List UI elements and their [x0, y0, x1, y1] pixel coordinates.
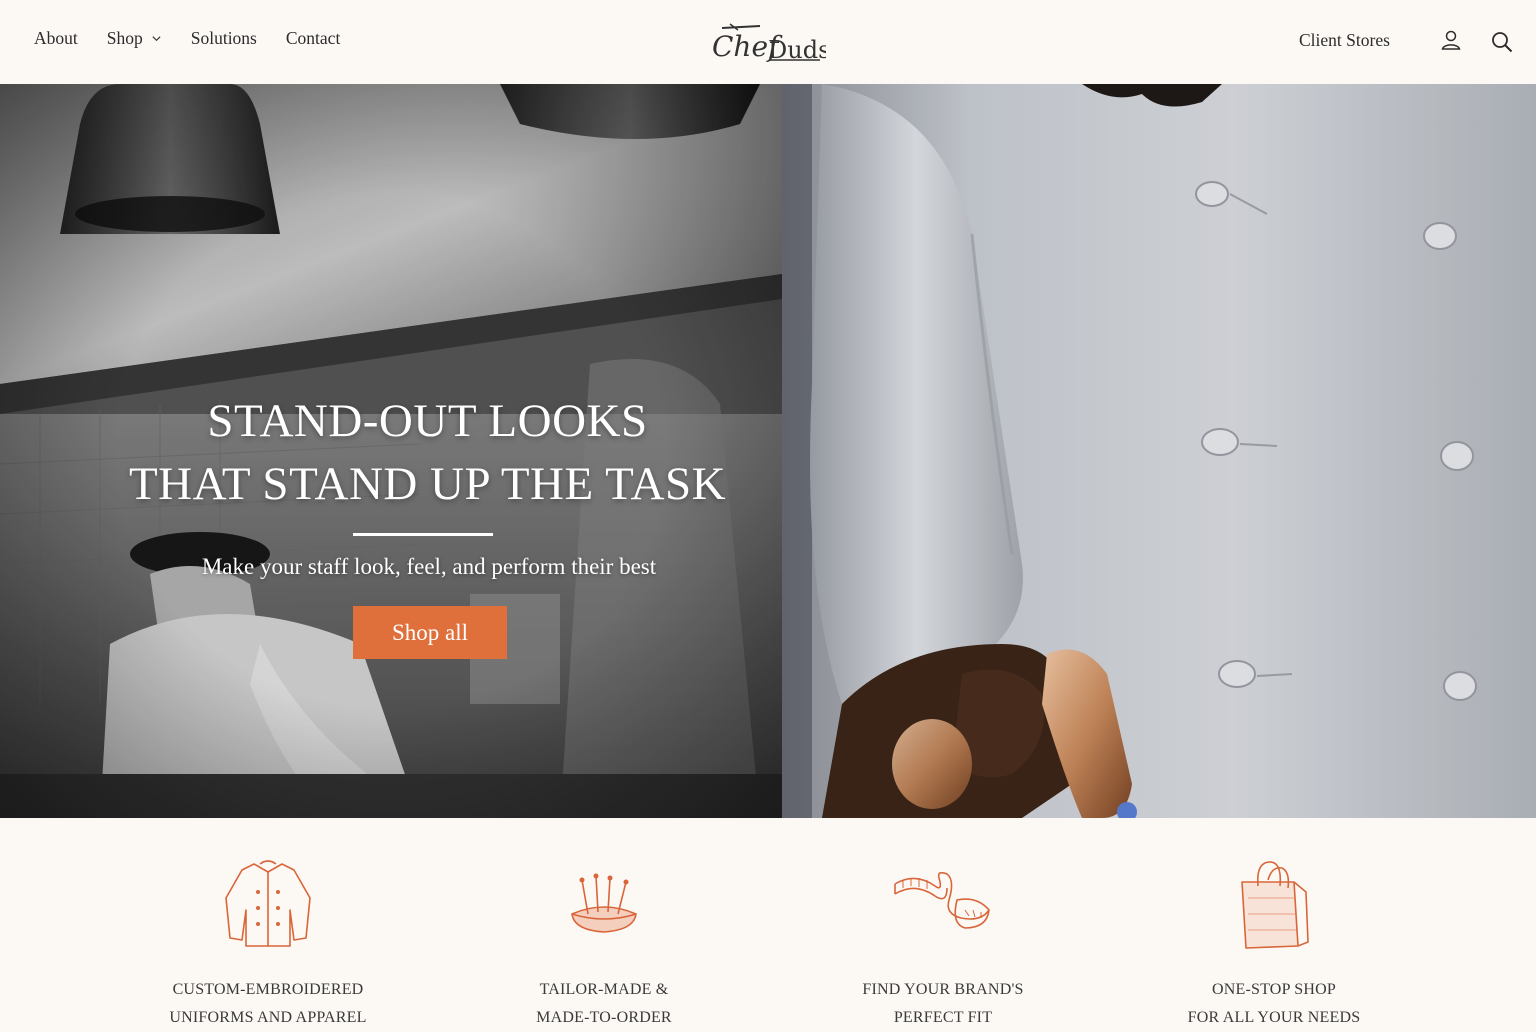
nav-about[interactable]: About [34, 28, 78, 49]
nav-solutions[interactable]: Solutions [191, 28, 257, 49]
account-icon[interactable] [1439, 28, 1463, 52]
feature-line2: PERFECT FIT [893, 1009, 993, 1026]
feature-line2: UNIFORMS AND APPAREL [169, 1009, 367, 1026]
nav-shop-label: Shop [106, 28, 143, 48]
feature-line2: FOR ALL YOUR NEEDS [1187, 1009, 1361, 1026]
hero-title-line1: STAND-OUT LOOKS [207, 395, 648, 447]
feature-tailor-made[interactable]: TAILOR-MADE & MADE-TO-ORDER [454, 818, 754, 1026]
shop-all-button[interactable]: Shop all [353, 606, 507, 659]
hero-divider [353, 533, 493, 536]
feature-one-stop-shop[interactable]: ONE-STOP SHOP FOR ALL YOUR NEEDS [1124, 818, 1424, 1026]
chef-coat-illustration [782, 84, 1536, 818]
hero-kitchen-image: STAND-OUT LOOKS THAT STAND UP THE TASK M… [0, 84, 782, 818]
pincushion-icon [571, 873, 637, 933]
feature-line1: CUSTOM-EMBROIDERED [172, 981, 364, 998]
measuring-tape-icon [894, 871, 990, 929]
hero-subtitle: Make your staff look, feel, and perform … [201, 554, 657, 579]
feature-line1: FIND YOUR BRAND'S [862, 981, 1024, 998]
feature-line2: MADE-TO-ORDER [536, 1009, 672, 1026]
search-icon[interactable] [1490, 30, 1514, 54]
hero-title-line2: THAT STAND UP THE TASK [128, 458, 727, 510]
shopping-bag-icon [1241, 861, 1309, 949]
feature-embroidered[interactable]: CUSTOM-EMBROIDERED UNIFORMS AND APPAREL [118, 818, 418, 1026]
features-strip: CUSTOM-EMBROIDERED UNIFORMS AND APPAREL … [0, 818, 1536, 1026]
feature-line1: ONE-STOP SHOP [1212, 981, 1336, 998]
hero-chef-coat-image [782, 84, 1536, 818]
feature-line1: TAILOR-MADE & [539, 981, 669, 998]
main-nav: About Shop Solutions Contact [34, 28, 369, 49]
chevron-down-icon [152, 36, 161, 42]
site-header: About Shop Solutions Contact Chef Duds C… [0, 0, 1536, 85]
hero-copy: STAND-OUT LOOKS THAT STAND UP THE TASK M… [0, 84, 782, 818]
chef-duds-logo[interactable]: Chef Duds [708, 18, 826, 68]
feature-perfect-fit[interactable]: FIND YOUR BRAND'S PERFECT FIT [793, 818, 1093, 1026]
nav-shop[interactable]: Shop [107, 28, 162, 49]
hero-banner: STAND-OUT LOOKS THAT STAND UP THE TASK M… [0, 84, 1536, 818]
utility-nav: Client Stores [1276, 28, 1536, 56]
chef-jacket-icon [225, 860, 311, 947]
nav-contact[interactable]: Contact [286, 28, 340, 49]
client-stores-link[interactable]: Client Stores [1299, 30, 1390, 51]
